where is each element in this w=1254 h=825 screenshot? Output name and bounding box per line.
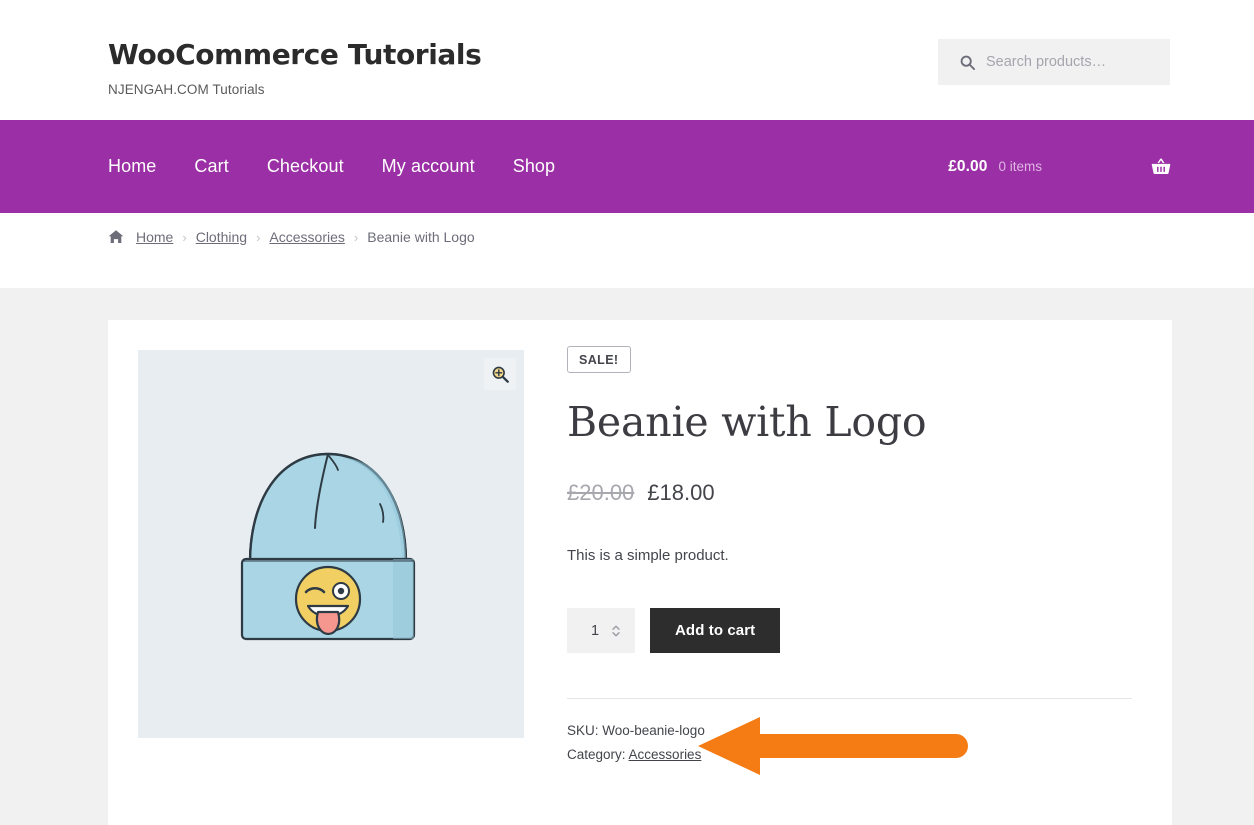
product-category-label: Category: (567, 746, 626, 762)
cart-total: £0.00 (948, 157, 988, 175)
beanie-product-image[interactable] (138, 350, 524, 738)
product-search-box[interactable] (938, 39, 1170, 85)
sale-badge: SALE! (567, 346, 631, 373)
brand-block: WooCommerce Tutorials NJENGAH.COM Tutori… (108, 39, 482, 97)
product-title: Beanie with Logo (567, 398, 927, 446)
breadcrumb-separator: › (182, 229, 187, 245)
shopping-basket-icon[interactable] (1150, 156, 1172, 178)
quantity-stepper[interactable] (567, 608, 635, 654)
image-zoom-button[interactable] (484, 358, 516, 390)
breadcrumb-separator: › (353, 229, 359, 245)
breadcrumb-bar: Home › Clothing › Accessories › Beanie w… (0, 213, 1254, 288)
breadcrumb-item-accessories[interactable]: Accessories (269, 229, 344, 245)
product-summary: SALE! Beanie with Logo £20.00 £18.00 Thi… (567, 346, 1132, 766)
quantity-spinner-icon[interactable] (610, 623, 622, 639)
magnifier-plus-icon (492, 366, 509, 383)
nav-item-cart[interactable]: Cart (194, 156, 228, 177)
cart-summary[interactable]: £0.00 0 items (948, 120, 1172, 213)
search-input[interactable] (986, 54, 1156, 70)
site-title[interactable]: WooCommerce Tutorials (108, 39, 482, 71)
product-category-link[interactable]: Accessories (629, 747, 702, 762)
nav-link-my-account[interactable]: My account (382, 156, 475, 176)
breadcrumb-separator: › (256, 229, 261, 245)
primary-navigation: Home Cart Checkout My account Shop £0.00… (0, 120, 1254, 213)
product-sku: SKU: Woo-beanie-logo (567, 723, 705, 739)
home-icon[interactable] (108, 229, 124, 245)
product-price: £20.00 £18.00 (567, 480, 1132, 506)
product-content-card: SALE! Beanie with Logo £20.00 £18.00 Thi… (108, 320, 1172, 825)
breadcrumb-item-clothing[interactable]: Clothing (196, 229, 247, 245)
breadcrumb: Home › Clothing › Accessories › Beanie w… (108, 229, 475, 245)
nav-item-home[interactable]: Home (108, 156, 156, 177)
quantity-input[interactable] (580, 622, 610, 639)
search-icon (960, 55, 975, 70)
nav-link-checkout[interactable]: Checkout (267, 156, 344, 176)
price-original: £20.00 (567, 480, 635, 506)
product-meta: SKU: Woo-beanie-logo Category: Accessori… (567, 698, 1132, 766)
nav-list: Home Cart Checkout My account Shop (108, 120, 593, 213)
nav-link-home[interactable]: Home (108, 156, 156, 176)
product-category-row: Category: Accessories (567, 743, 1132, 767)
price-sale: £18.00 (647, 480, 715, 506)
product-short-description: This is a simple product. (567, 547, 729, 565)
nav-item-shop[interactable]: Shop (513, 156, 555, 177)
page-body: SALE! Beanie with Logo £20.00 £18.00 Thi… (0, 288, 1254, 825)
product-gallery[interactable] (138, 350, 524, 738)
breadcrumb-item-home[interactable]: Home (136, 229, 173, 245)
nav-item-my-account[interactable]: My account (382, 156, 475, 177)
add-to-cart-button[interactable]: Add to cart (650, 608, 781, 654)
add-to-cart-form: Add to cart (567, 608, 1132, 654)
nav-item-checkout[interactable]: Checkout (267, 156, 344, 177)
cart-item-count: 0 items (998, 159, 1042, 174)
site-header: WooCommerce Tutorials NJENGAH.COM Tutori… (0, 0, 1254, 120)
site-tagline: NJENGAH.COM Tutorials (108, 81, 265, 97)
nav-link-cart[interactable]: Cart (194, 156, 228, 176)
nav-link-shop[interactable]: Shop (513, 156, 555, 176)
breadcrumb-item-current: Beanie with Logo (367, 229, 475, 245)
